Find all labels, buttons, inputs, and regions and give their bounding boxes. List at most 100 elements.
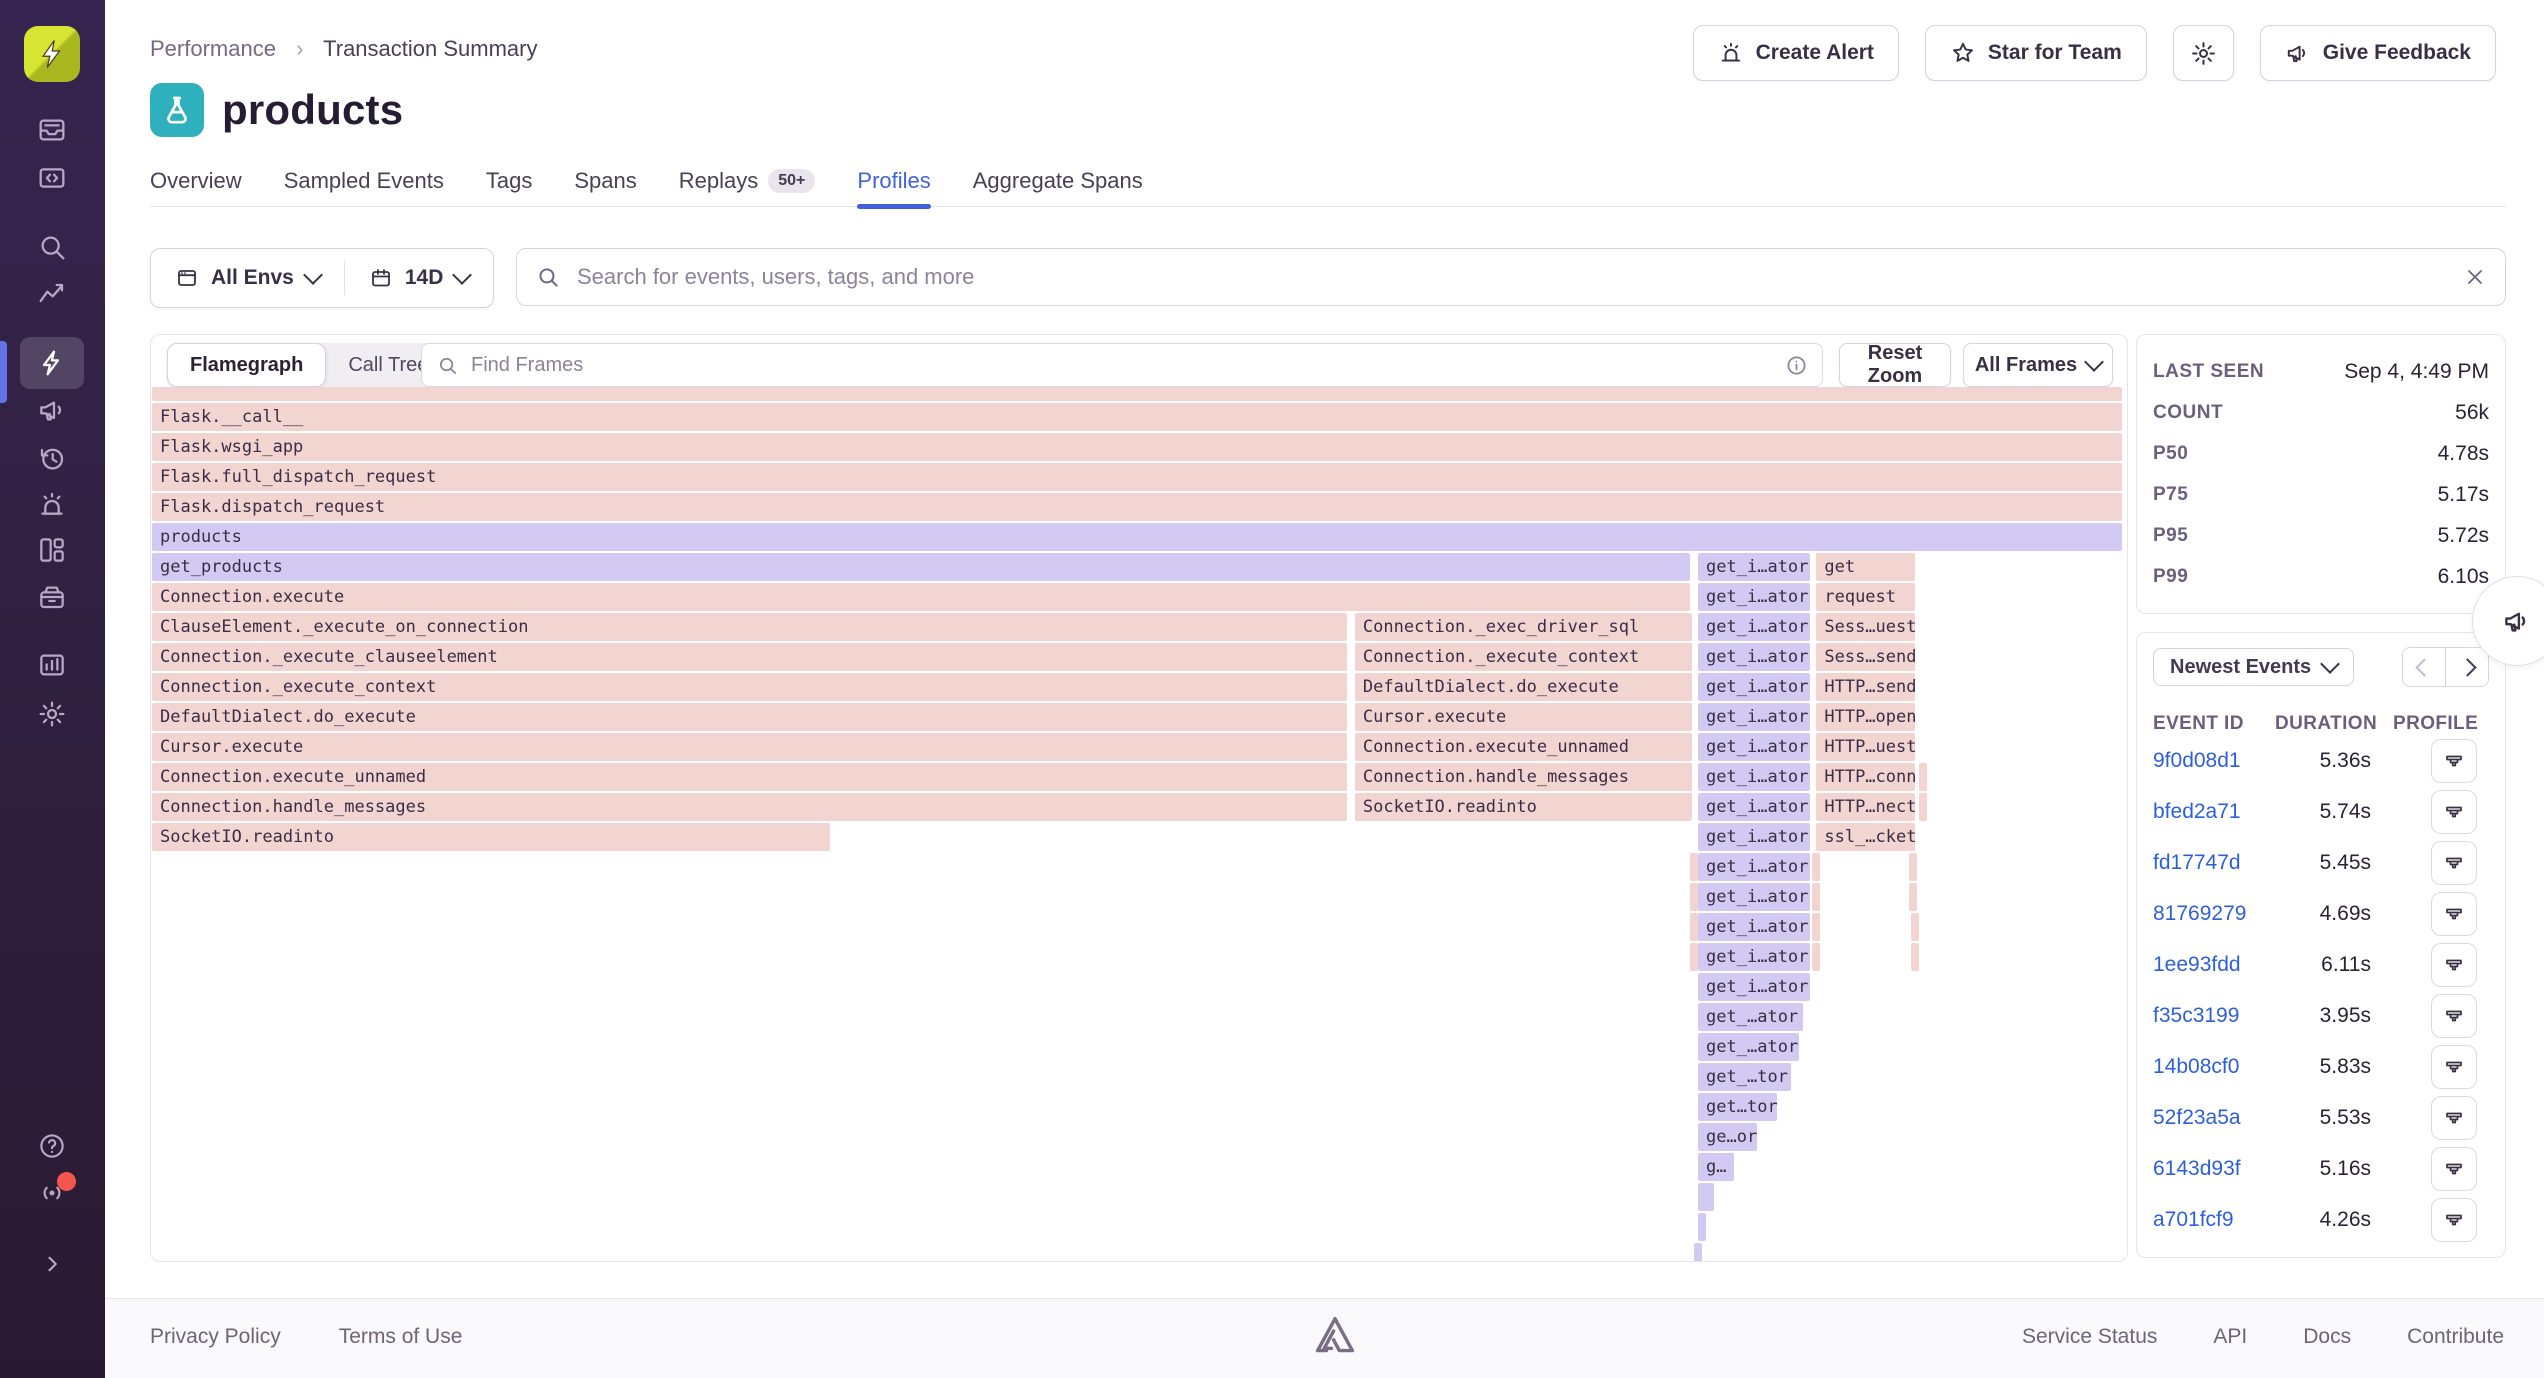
- flame-frame-request[interactable]: request: [1816, 583, 1915, 611]
- flame-frame-get_-ator[interactable]: get_…ator: [1698, 1003, 1802, 1031]
- flame-frame-get_-ator[interactable]: get_…ator: [1698, 1033, 1799, 1061]
- flame-frame-socketio-readinto[interactable]: SocketIO.readinto: [1355, 793, 1692, 821]
- footer-service-status-link[interactable]: Service Status: [2022, 1325, 2157, 1349]
- tab-aggregate-spans[interactable]: Aggregate Spans: [973, 168, 1143, 208]
- flame-frame-sliver[interactable]: [1909, 853, 1917, 881]
- flame-frame-sliver[interactable]: [1812, 943, 1820, 971]
- flame-frame-clauseelement-_execute_on_connection[interactable]: ClauseElement._execute_on_connection: [152, 613, 1347, 641]
- flame-frame-get_i-ator[interactable]: get_i…ator: [1698, 793, 1810, 821]
- sidebar-item-help[interactable]: [20, 1120, 84, 1172]
- sidebar-item-archive-box[interactable]: [20, 571, 84, 623]
- flame-frame-connection-execute[interactable]: Connection.execute: [152, 583, 1690, 611]
- event-id-link[interactable]: 14b08cf0: [2153, 1055, 2275, 1079]
- view-profile-button[interactable]: [2431, 1096, 2477, 1140]
- sidebar-item-history-clock[interactable]: [20, 432, 84, 484]
- flame-frame-connection-handle_messages[interactable]: Connection.handle_messages: [152, 793, 1347, 821]
- give-feedback-button[interactable]: Give Feedback: [2260, 25, 2496, 81]
- flame-frame-connection-_exec_driver_sql[interactable]: Connection._exec_driver_sql: [1355, 613, 1692, 641]
- flame-frame-get_i-ator[interactable]: get_i…ator: [1698, 853, 1810, 881]
- flame-frame-get_i-ator[interactable]: get_i…ator: [1698, 613, 1810, 641]
- flame-frame-get-tor[interactable]: get…tor: [1698, 1093, 1777, 1121]
- sidebar-item-collapse-chevron[interactable]: [20, 1238, 84, 1290]
- flame-frame-sliver[interactable]: [1690, 853, 1698, 881]
- sidebar-item-feedback-megaphone[interactable]: [20, 384, 84, 436]
- footer-docs-link[interactable]: Docs: [2303, 1325, 2351, 1349]
- view-profile-button[interactable]: [2431, 841, 2477, 885]
- flame-frame-get_i-ator[interactable]: get_i…ator: [1698, 913, 1810, 941]
- flame-frame-http-open[interactable]: HTTP…open: [1816, 703, 1915, 731]
- find-frames-input[interactable]: [469, 353, 1785, 378]
- flame-frame-cursor-execute[interactable]: Cursor.execute: [152, 733, 1347, 761]
- sidebar-item-search[interactable]: [20, 221, 84, 273]
- sidebar-item-dashboards-grid[interactable]: [20, 524, 84, 576]
- footer-privacy-policy-link[interactable]: Privacy Policy: [150, 1325, 281, 1349]
- breadcrumb-performance[interactable]: Performance: [150, 36, 276, 61]
- previous-page-button[interactable]: [2403, 648, 2445, 686]
- flame-frame-get_i-ator[interactable]: get_i…ator: [1698, 883, 1810, 911]
- flame-frame-get_products[interactable]: get_products: [152, 553, 1690, 581]
- flame-frame-sliver[interactable]: [1812, 913, 1820, 941]
- footer-api-link[interactable]: API: [2213, 1325, 2247, 1349]
- flame-frame-http-uest[interactable]: HTTP…uest: [1816, 733, 1915, 761]
- event-id-link[interactable]: fd17747d: [2153, 851, 2275, 875]
- flame-frame-sliver[interactable]: [1909, 883, 1917, 911]
- flame-frame-sliver[interactable]: [1694, 1243, 1702, 1262]
- view-profile-button[interactable]: [2431, 739, 2477, 783]
- flame-frame-sliver[interactable]: [1690, 943, 1698, 971]
- flame-frame-get_i-ator[interactable]: get_i…ator: [1698, 733, 1810, 761]
- flame-frame-socketio-readinto[interactable]: SocketIO.readinto: [152, 823, 830, 851]
- flame-frame-get_i-ator[interactable]: get_i…ator: [1698, 943, 1810, 971]
- sidebar-item-stats-bars[interactable]: [20, 639, 84, 691]
- flame-frame-sess-send[interactable]: Sess…send: [1816, 643, 1915, 671]
- flame-frame-ge-or[interactable]: ge…or: [1698, 1123, 1757, 1151]
- sidebar-item-profiling-lightning[interactable]: [20, 337, 84, 389]
- date-range-filter[interactable]: 14D: [345, 266, 494, 290]
- sidebar-item-whats-new-broadcast[interactable]: [20, 1167, 84, 1219]
- flame-frame-connection-_execute_context[interactable]: Connection._execute_context: [152, 673, 1347, 701]
- tab-overview[interactable]: Overview: [150, 168, 242, 208]
- view-profile-button[interactable]: [2431, 994, 2477, 1038]
- flame-frame-flask-dispatch_request[interactable]: Flask.dispatch_request: [152, 493, 2122, 521]
- flame-frame-ssl_-cket[interactable]: ssl_…cket: [1816, 823, 1915, 851]
- event-id-link[interactable]: 81769279: [2153, 902, 2275, 926]
- flame-frame-get_i-ator[interactable]: get_i…ator: [1698, 553, 1810, 581]
- flame-frame-connection-_execute_clauseelement[interactable]: Connection._execute_clauseelement: [152, 643, 1347, 671]
- flame-frame-get_i-ator[interactable]: get_i…ator: [1698, 703, 1810, 731]
- event-id-link[interactable]: f35c3199: [2153, 1004, 2275, 1028]
- tab-profiles[interactable]: Profiles: [857, 168, 930, 208]
- flame-frame-sliver[interactable]: [1812, 853, 1820, 881]
- tab-tags[interactable]: Tags: [486, 168, 532, 208]
- event-id-link[interactable]: a701fcf9: [2153, 1208, 2275, 1232]
- sidebar-item-discover-chart[interactable]: [20, 269, 84, 321]
- event-id-link[interactable]: 1ee93fdd: [2153, 953, 2275, 977]
- search-input[interactable]: [575, 263, 2463, 291]
- flame-frame-http-send[interactable]: HTTP…send: [1816, 673, 1915, 701]
- event-id-link[interactable]: 9f0d08d1: [2153, 749, 2275, 773]
- flame-frame-sliver[interactable]: [1812, 883, 1820, 911]
- event-id-link[interactable]: 52f23a5a: [2153, 1106, 2275, 1130]
- flame-frame-http-nect[interactable]: HTTP…nect: [1816, 793, 1915, 821]
- sidebar-item-issues-inbox[interactable]: [20, 104, 84, 156]
- footer-terms-of-use-link[interactable]: Terms of Use: [339, 1325, 463, 1349]
- flame-frame-sliver[interactable]: [1911, 913, 1919, 941]
- flame-frame-connection-handle_messages[interactable]: Connection.handle_messages: [1355, 763, 1692, 791]
- flame-frame-flask-wsgi_app[interactable]: Flask.wsgi_app: [152, 433, 2122, 461]
- flame-frame-sliver[interactable]: [1911, 943, 1919, 971]
- clear-search-icon[interactable]: [2463, 265, 2487, 289]
- event-id-link[interactable]: 6143d93f: [2153, 1157, 2275, 1181]
- view-profile-button[interactable]: [2431, 1045, 2477, 1089]
- environment-filter[interactable]: All Envs: [151, 266, 344, 290]
- view-profile-button[interactable]: [2431, 943, 2477, 987]
- flame-frame-sliver[interactable]: [152, 387, 2122, 401]
- flame-frame-connection-execute_unnamed[interactable]: Connection.execute_unnamed: [1355, 733, 1692, 761]
- org-logo[interactable]: [24, 26, 80, 82]
- flame-frame-sliver[interactable]: [1690, 913, 1698, 941]
- flame-frame-connection-execute_unnamed[interactable]: Connection.execute_unnamed: [152, 763, 1347, 791]
- flame-frame-sess-uest[interactable]: Sess…uest: [1816, 613, 1915, 641]
- flame-frame-sliver[interactable]: [1698, 1183, 1714, 1211]
- tab-replays[interactable]: Replays50+: [679, 168, 816, 208]
- flame-frame-sliver[interactable]: [1919, 793, 1927, 821]
- create-alert-button[interactable]: Create Alert: [1693, 25, 1899, 81]
- view-profile-button[interactable]: [2431, 892, 2477, 936]
- flame-frame-cursor-execute[interactable]: Cursor.execute: [1355, 703, 1692, 731]
